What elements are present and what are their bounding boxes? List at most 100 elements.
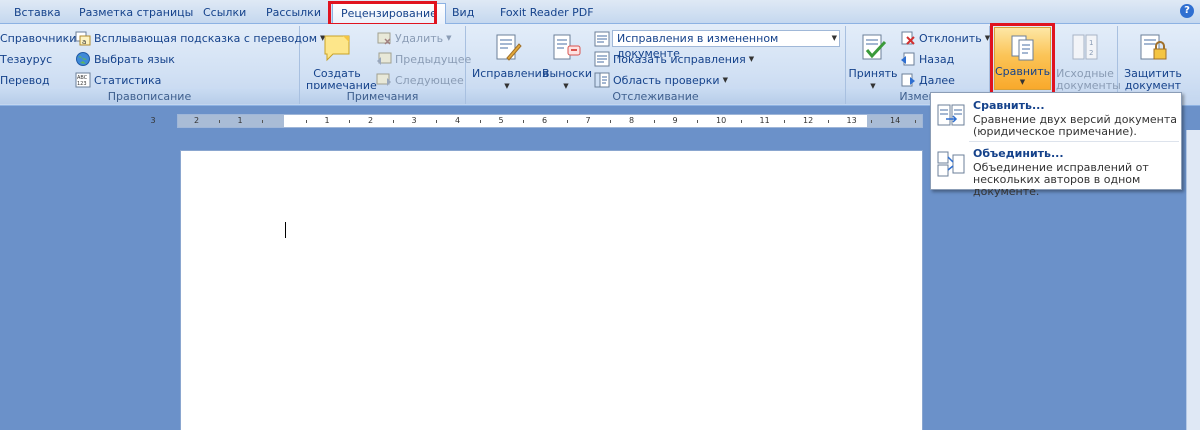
source-documents-icon: 12 [1069,32,1101,64]
ruler-tick [871,120,873,123]
research-button[interactable]: Справочники [0,29,76,47]
review-tab-highlight [328,1,437,26]
set-language-label: Выбрать язык [94,52,175,66]
menu-item-combine-title: Объединить... [973,147,1064,160]
previous-comment-button[interactable]: Предыдущее [376,50,471,68]
group-proofing: Справочники Тезаурус Перевод a Всплывающ… [0,26,325,104]
ruler-tick [392,120,394,123]
thesaurus-button[interactable]: Тезаурус [0,50,52,68]
accept-button[interactable]: Принять ▼ [848,32,898,92]
previous-comment-icon [376,51,392,67]
next-comment-icon [376,72,392,88]
translation-tooltip-label: Всплывающая подсказка с переводом [94,31,317,45]
next-comment-label: Следующее [395,73,464,87]
menu-item-combine[interactable]: Объединить... Объединение исправлений от… [931,143,1181,198]
tab-foxit-reader-pdf[interactable]: Foxit Reader PDF [500,4,594,24]
track-changes-button[interactable]: Исправления ▼ [472,32,549,92]
balloons-button[interactable]: Выноски ▼ [542,32,592,92]
group-proofing-label: Правописание [0,89,299,104]
globe-icon [75,51,91,67]
ruler-tick [740,120,742,123]
new-comment-button[interactable]: Создать примечание [306,32,377,92]
source-documents-button[interactable]: 12 Исходные документы [1056,32,1121,92]
next-change-icon [900,72,916,88]
menu-item-compare-title: Сравнить... [973,99,1045,112]
balloons-icon [550,32,582,64]
menu-item-compare-description: Сравнение двух версий документа (юридиче… [973,113,1178,138]
ruler-tick [349,120,351,123]
ruler-tick [436,120,438,123]
show-markup-icon [594,51,610,67]
delete-comment-button[interactable]: Удалить ▼ [376,29,452,47]
show-markup-button[interactable]: Показать исправления ▼ [594,50,754,68]
horizontal-ruler[interactable]: 3211234567891011121314151617 [151,114,1031,128]
track-changes-icon [491,32,523,64]
tab-mailings[interactable]: Рассылки [266,4,321,24]
next-comment-button[interactable]: Следующее [376,71,464,89]
translate-button[interactable]: Перевод [0,71,50,89]
ruler-tick [784,120,786,123]
reject-label: Отклонить [919,31,982,45]
display-for-review-icon [594,31,610,47]
ruler-label: 10 [716,116,727,125]
ruler-label: 7 [585,116,591,125]
lock-icon [1137,32,1169,64]
ruler-tick [914,120,916,123]
previous-comment-label: Предыдущее [395,52,472,66]
compare-dropdown-menu: Сравнить... Сравнение двух версий докуме… [930,92,1182,198]
translate-label: Перевод [0,73,50,87]
ribbon-tab-bar: Вставка Разметка страницы Ссылки Рассылк… [0,0,1200,25]
vertical-scrollbar[interactable] [1186,130,1200,430]
ruler-label: 1 [237,116,243,125]
display-for-review-dropdown[interactable]: Исправления в измененном документе ▼ [612,30,840,60]
ruler-label: 6 [542,116,548,125]
ruler-label: 2 [368,116,374,125]
set-language-button[interactable]: Выбрать язык [75,50,175,68]
tab-view[interactable]: Вид [452,4,474,24]
svg-text:123: 123 [77,81,87,87]
translation-tooltip-button[interactable]: a Всплывающая подсказка с переводом ▼ [75,29,325,47]
tab-references[interactable]: Ссылки [203,4,246,24]
ruler-tick [610,120,612,123]
balloons-label: Выноски [542,67,592,80]
ruler-tick [523,120,525,123]
ruler-label: 1 [324,116,330,125]
accept-icon [857,32,889,64]
compare-button-highlight [990,23,1055,95]
track-changes-label: Исправления [472,67,549,80]
chevron-down-icon: ▼ [831,34,837,42]
help-icon[interactable]: ? [1180,4,1194,18]
protect-document-button[interactable]: Защитить документ [1122,32,1184,92]
svg-text:2: 2 [1089,49,1093,57]
reviewing-pane-label: Область проверки [613,73,720,87]
document-page[interactable] [180,150,923,430]
tab-page-layout[interactable]: Разметка страницы [79,4,193,24]
word-count-button[interactable]: ABC 123 Статистика [75,71,161,89]
previous-change-label: Назад [919,52,955,66]
ruler-label: 4 [455,116,461,125]
reviewing-pane-button[interactable]: Область проверки ▼ [594,71,728,89]
delete-comment-label: Удалить [395,31,444,45]
translation-tooltip-icon: a [75,30,91,46]
reject-button[interactable]: Отклонить ▼ [900,29,990,47]
text-cursor [285,222,286,238]
new-comment-icon [321,32,353,64]
ruler-label: 14 [890,116,901,125]
ruler-tick [566,120,568,123]
ruler-tick [697,120,699,123]
menu-item-compare[interactable]: Сравнить... Сравнение двух версий докуме… [931,95,1181,141]
protect-document-label-2: документ [1124,79,1182,92]
previous-change-button[interactable]: Назад [900,50,954,68]
next-change-button[interactable]: Далее [900,71,955,89]
tab-insert[interactable]: Вставка [14,4,61,24]
ruler-label: 9 [672,116,678,125]
delete-comment-icon [376,30,392,46]
svg-text:1: 1 [1089,39,1093,47]
group-comments-label: Примечания [300,89,465,104]
word-count-label: Статистика [94,73,162,87]
group-tracking: Исправления ▼ Выноски ▼ Исправления в из… [466,26,846,104]
ruler-label: 13 [846,116,857,125]
research-label: Справочники [0,31,77,45]
thesaurus-label: Тезаурус [0,52,53,66]
show-markup-label: Показать исправления [613,52,746,66]
